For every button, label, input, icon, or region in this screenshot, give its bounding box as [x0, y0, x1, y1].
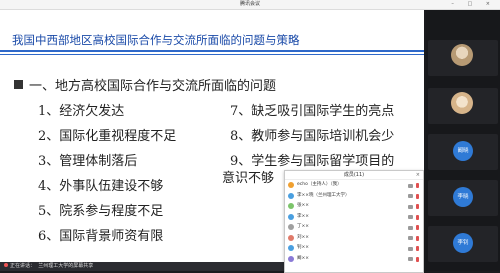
member-name: 李×× — [297, 213, 310, 219]
video-tile[interactable] — [428, 40, 498, 76]
mic-muted-icon[interactable] — [416, 214, 419, 220]
title-rule — [0, 50, 424, 52]
avatar — [288, 182, 294, 188]
member-name: 钊×× — [297, 245, 310, 250]
member-row[interactable]: 丁×× — [285, 222, 423, 233]
members-panel-title: 成员(11) — [285, 171, 423, 180]
speaker-label: 正在讲话： — [10, 263, 36, 269]
member-row[interactable]: 刘×× — [285, 233, 423, 244]
video-tile[interactable]: 李晓 — [428, 180, 498, 216]
slide-heading-text: 一、地方高校国际合作与交流所面临的问题 — [29, 79, 277, 94]
camera-icon[interactable] — [408, 225, 413, 230]
member-name: 丁×× — [297, 224, 310, 229]
member-name: echo（主持人）（我） — [297, 182, 342, 187]
initials-avatar: 阚晓 — [453, 141, 473, 161]
member-row[interactable]: 钊×× — [285, 243, 423, 254]
window-titlebar: 腾讯会议 – □ × — [0, 0, 500, 10]
member-row[interactable]: 李×× — [285, 212, 423, 223]
camera-icon[interactable] — [408, 215, 413, 219]
avatar — [288, 192, 294, 199]
camera-icon[interactable] — [408, 204, 413, 209]
problem-item: 2、国际化重视程度不足 — [38, 129, 177, 144]
members-panel: 成员(11) × echo（主持人）（我） 李××晓（兰州理工大学） 张×× 李×× 丁… — [284, 170, 424, 273]
mic-muted-icon[interactable] — [416, 256, 419, 262]
mic-muted-icon[interactable] — [416, 246, 419, 251]
avatar — [288, 255, 294, 262]
avatar — [451, 44, 473, 66]
member-name: 李××晓（兰州理工大学） — [297, 192, 350, 198]
camera-icon[interactable] — [408, 246, 413, 251]
initials-avatar: 李钊 — [453, 233, 473, 253]
problem-item-continued: 意识不够 — [222, 171, 275, 186]
mic-icon — [4, 263, 8, 267]
title-rule-thin — [0, 54, 424, 55]
member-list: echo（主持人）（我） 李××晓（兰州理工大学） 张×× 李×× 丁×× 刘×× 钊×× 阚… — [285, 180, 423, 264]
mic-muted-icon[interactable] — [416, 225, 419, 230]
participant-tiles: 阚晓 李晓 李钊 — [426, 10, 500, 271]
member-name: 阚×× — [297, 255, 310, 261]
avatar — [288, 224, 294, 230]
initials-avatar: 李晓 — [453, 187, 473, 207]
mic-muted-icon[interactable] — [416, 204, 419, 209]
problem-item: 4、外事队伍建设不够 — [38, 179, 164, 194]
close-icon[interactable]: × — [416, 171, 420, 179]
problem-item: 5、院系参与程度不足 — [38, 204, 164, 219]
avatar — [288, 213, 294, 220]
avatar — [288, 245, 294, 251]
problem-item: 1、经济欠发达 — [38, 104, 125, 119]
mic-muted-icon[interactable] — [416, 235, 419, 241]
member-row[interactable]: 张×× — [285, 201, 423, 212]
problem-item: 6、国际背景师资有限 — [38, 229, 164, 244]
avatar — [288, 234, 294, 241]
avatar — [451, 92, 473, 114]
share-source: 兰州理工大学的屏幕共享 — [38, 263, 94, 269]
slide-heading: 一、地方高校国际合作与交流所面临的问题 — [14, 75, 276, 94]
mic-muted-icon[interactable] — [416, 183, 419, 188]
problem-item: 3、管理体制落后 — [38, 154, 138, 169]
video-tile[interactable]: 阚晓 — [428, 134, 498, 170]
camera-icon[interactable] — [408, 194, 413, 198]
problem-item: 8、教师参与国际培训机会少 — [230, 129, 395, 144]
camera-icon[interactable] — [408, 257, 413, 261]
avatar — [288, 203, 294, 209]
member-row[interactable]: echo（主持人）（我） — [285, 180, 423, 191]
slide-title: 我国中西部地区高校国际合作与交流所面临的问题与策略 — [12, 33, 300, 47]
camera-icon[interactable] — [408, 236, 413, 240]
member-name: 张×× — [297, 203, 310, 208]
camera-icon[interactable] — [408, 183, 413, 188]
problem-item: 7、缺乏吸引国际学生的亮点 — [230, 104, 395, 119]
bullet-square-icon — [14, 80, 23, 89]
video-tile[interactable]: 李钊 — [428, 226, 498, 262]
window-title: 腾讯会议 — [239, 1, 260, 7]
member-name: 刘×× — [297, 234, 310, 240]
member-row[interactable]: 李××晓（兰州理工大学） — [285, 191, 423, 202]
video-tile[interactable] — [428, 88, 498, 124]
mic-muted-icon[interactable] — [416, 193, 419, 199]
window-controls[interactable]: – □ × — [451, 0, 496, 9]
member-row[interactable]: 阚×× — [285, 254, 423, 265]
